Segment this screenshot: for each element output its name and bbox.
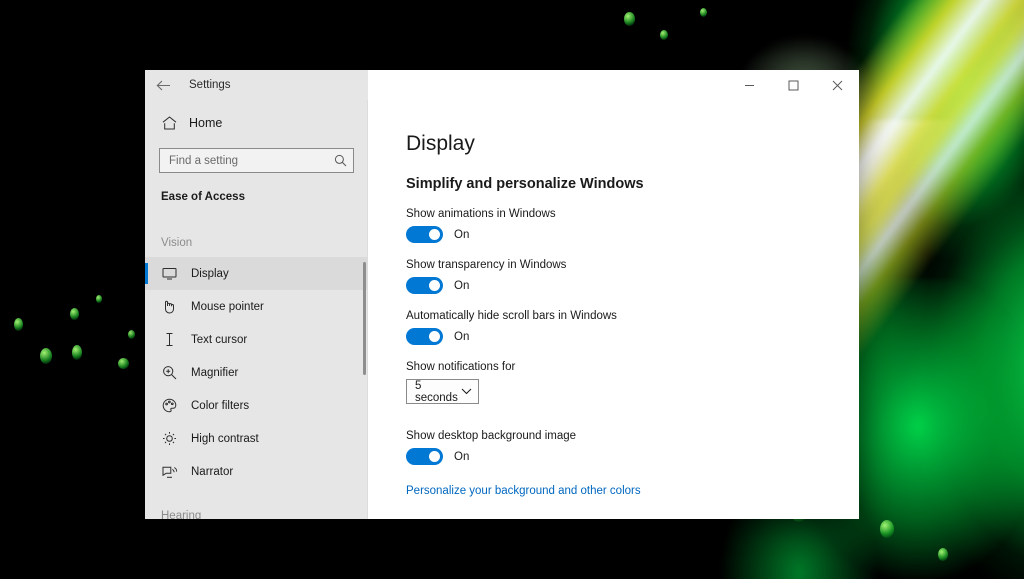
chevron-down-icon — [461, 388, 472, 395]
color-palette-icon — [161, 398, 177, 414]
toggle-knob — [429, 331, 440, 342]
wallpaper-droplet — [118, 358, 129, 369]
mouse-pointer-icon — [161, 299, 177, 315]
dropdown-value: 5 seconds — [415, 379, 458, 404]
toggle-state: On — [454, 228, 470, 241]
setting-label: Automatically hide scroll bars in Window… — [406, 310, 617, 322]
toggle-knob — [429, 280, 440, 291]
sidebar-item-magnifier[interactable]: Magnifier — [145, 356, 368, 389]
search-input[interactable] — [169, 154, 334, 167]
magnifier-icon — [161, 365, 177, 381]
sidebar-item-label: Text cursor — [191, 333, 248, 346]
sidebar-item-high-contrast[interactable]: High contrast — [145, 422, 368, 455]
setting-label: Show desktop background image — [406, 430, 577, 442]
settings-window: Settings Home Find a setting Ease of Acc… — [145, 70, 859, 519]
wallpaper-droplet — [40, 348, 52, 364]
setting-label: Show animations in Windows — [406, 208, 556, 220]
minimize-icon[interactable] — [727, 70, 771, 100]
sidebar-item-color-filters[interactable]: Color filters — [145, 389, 368, 422]
close-icon[interactable] — [815, 70, 859, 100]
search-container — [145, 140, 368, 173]
toggle-knob — [429, 451, 440, 462]
titlebar-left: Settings — [145, 70, 368, 100]
monitor-icon — [161, 266, 177, 282]
page-title: Display — [406, 132, 475, 155]
brightness-icon — [161, 431, 177, 447]
sidebar-category: Ease of Access — [161, 191, 245, 203]
sidebar: Home Ease of Access Vision — [145, 100, 368, 519]
sidebar-item-home[interactable]: Home — [145, 106, 368, 140]
window-body: Home Ease of Access Vision — [145, 100, 859, 519]
toggle-state: On — [454, 450, 470, 463]
search-icon — [334, 154, 347, 167]
wallpaper-droplet — [880, 520, 894, 538]
desktop-background-toggle[interactable] — [406, 448, 443, 465]
wallpaper-droplet — [96, 295, 102, 303]
wallpaper-droplet — [14, 318, 23, 331]
setting-show-animations: Show animations in Windows On — [406, 208, 859, 243]
setting-label: Show transparency in Windows — [406, 259, 567, 271]
sidebar-item-label: High contrast — [191, 432, 259, 445]
wallpaper-droplet — [70, 308, 79, 320]
wallpaper-droplet — [128, 330, 135, 339]
narrator-icon — [161, 464, 177, 480]
setting-hide-scrollbars: Automatically hide scroll bars in Window… — [406, 310, 859, 345]
personalize-background-link[interactable]: Personalize your background and other co… — [406, 485, 641, 497]
sidebar-item-label: Narrator — [191, 465, 234, 478]
toggle-row: On — [406, 328, 859, 345]
content-pane: Display Simplify and personalize Windows… — [368, 100, 859, 519]
sidebar-home-label: Home — [189, 116, 223, 130]
sidebar-group-hearing: Hearing — [161, 510, 202, 519]
app-title: Settings — [189, 79, 231, 91]
wallpaper-droplet — [700, 8, 707, 17]
sidebar-item-label: Magnifier — [191, 366, 239, 379]
toggle-state: On — [454, 330, 470, 343]
search-box[interactable] — [159, 148, 354, 173]
window-titlebar: Settings — [145, 70, 859, 100]
sidebar-scrollbar[interactable] — [363, 262, 366, 375]
maximize-icon[interactable] — [771, 70, 815, 100]
toggle-state: On — [454, 279, 470, 292]
setting-label: Show notifications for — [406, 361, 516, 373]
sidebar-item-display[interactable]: Display — [145, 257, 368, 290]
notification-duration-dropdown[interactable]: 5 seconds — [406, 379, 479, 404]
sidebar-item-mouse-pointer[interactable]: Mouse pointer — [145, 290, 368, 323]
wallpaper-droplet — [660, 30, 668, 40]
home-icon — [161, 115, 177, 131]
back-arrow-icon[interactable] — [145, 70, 181, 100]
text-cursor-icon — [161, 332, 177, 348]
sidebar-group-vision: Vision — [161, 237, 193, 249]
setting-notification-duration: Show notifications for 5 seconds — [406, 361, 859, 404]
wallpaper-droplet — [72, 345, 82, 360]
window-controls — [368, 70, 859, 100]
desktop: Settings Home Find a setting Ease of Acc… — [0, 0, 1024, 579]
sidebar-item-label: Mouse pointer — [191, 300, 264, 313]
show-transparency-toggle[interactable] — [406, 277, 443, 294]
sidebar-item-label: Color filters — [191, 399, 250, 412]
wallpaper-droplet — [938, 548, 948, 561]
sidebar-item-text-cursor[interactable]: Text cursor — [145, 323, 368, 356]
toggle-row: On — [406, 448, 859, 465]
show-animations-toggle[interactable] — [406, 226, 443, 243]
toggle-knob — [429, 229, 440, 240]
toggle-row: On — [406, 226, 859, 243]
wallpaper-droplet — [624, 12, 635, 26]
hide-scrollbars-toggle[interactable] — [406, 328, 443, 345]
section-subheading: Simplify and personalize Windows — [406, 176, 644, 192]
setting-desktop-background: Show desktop background image On — [406, 430, 859, 465]
sidebar-item-narrator[interactable]: Narrator — [145, 455, 368, 488]
toggle-row: On — [406, 277, 859, 294]
sidebar-item-label: Display — [191, 267, 229, 280]
sidebar-divider — [367, 100, 368, 519]
setting-show-transparency: Show transparency in Windows On — [406, 259, 859, 294]
